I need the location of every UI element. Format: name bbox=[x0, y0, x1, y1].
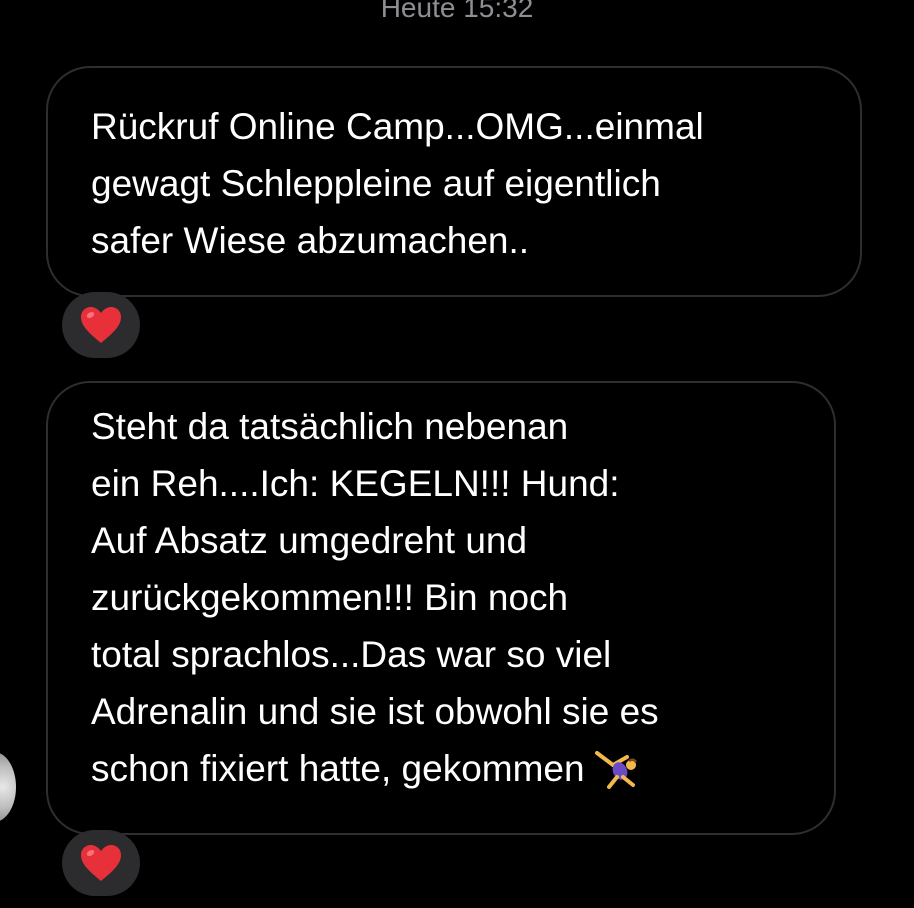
message-text: schon fixiert hatte, gekommen bbox=[91, 748, 585, 789]
message-text-line: ein Reh....Ich: KEGELN!!! Hund: bbox=[91, 463, 620, 504]
message-text-line: total sprachlos...Das war so viel bbox=[91, 634, 612, 675]
message-bubble[interactable]: Rückruf Online Camp...OMG...einmal gewag… bbox=[46, 66, 862, 297]
message-text-line: safer Wiese abzumachen.. bbox=[91, 220, 530, 261]
message-text-line: Auf Absatz umgedreht und bbox=[91, 520, 528, 561]
reaction-badge[interactable] bbox=[62, 292, 140, 358]
message-text-line: Steht da tatsächlich nebenan bbox=[91, 406, 569, 447]
sender-avatar[interactable] bbox=[0, 752, 16, 822]
message-bubble[interactable]: Steht da tatsächlich nebenan ein Reh....… bbox=[46, 381, 836, 835]
message-text-line: Adrenalin und sie ist obwohl sie es bbox=[91, 691, 659, 732]
message-text-line-last: schon fixiert hatte, gekommen bbox=[91, 740, 794, 797]
chat-timestamp: Heute 15:32 bbox=[380, 0, 534, 23]
message-text-line: zurückgekommen!!! Bin noch bbox=[91, 577, 569, 618]
reaction-badge[interactable] bbox=[62, 830, 140, 896]
red-heart-icon bbox=[81, 845, 121, 881]
message-text-line: gewagt Schleppleine auf eigentlich bbox=[91, 163, 661, 204]
person-cartwheeling-icon bbox=[594, 751, 637, 789]
message-text-line: Rückruf Online Camp...OMG...einmal bbox=[91, 106, 704, 147]
red-heart-icon bbox=[81, 307, 121, 343]
